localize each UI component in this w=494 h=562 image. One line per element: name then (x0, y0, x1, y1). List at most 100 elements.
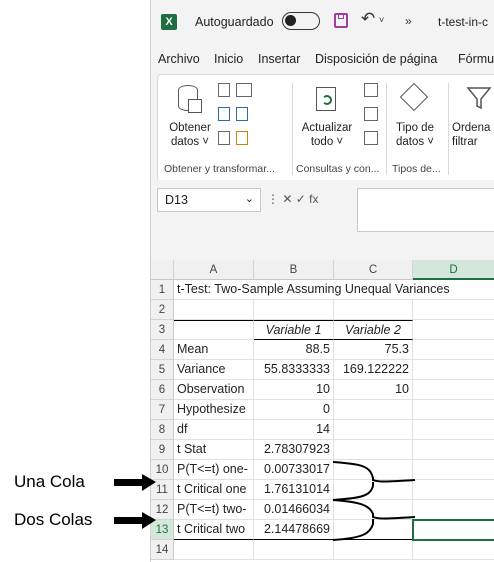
row-header[interactable]: 2 (151, 300, 174, 320)
recent-sources-icon[interactable] (236, 107, 248, 121)
row-header[interactable]: 5 (151, 360, 174, 380)
header-variable-1[interactable]: Variable 1 (254, 320, 334, 340)
cell[interactable] (413, 340, 494, 360)
column-header-d[interactable]: D (413, 260, 494, 280)
web-icon[interactable] (236, 83, 252, 97)
row-label[interactable]: t Critical one (174, 480, 254, 500)
obtener-datos-button[interactable]: Obtener datos ˅ (166, 81, 212, 157)
value-variable-1[interactable]: 1.76131014 (254, 480, 334, 500)
cell[interactable] (413, 300, 494, 320)
row-header[interactable]: 7 (151, 400, 174, 420)
value-variable-2[interactable] (334, 440, 413, 460)
row-header[interactable]: 10 (151, 460, 174, 480)
queries-icon[interactable] (364, 83, 378, 97)
cell[interactable] (413, 420, 494, 440)
properties-icon[interactable] (364, 107, 378, 121)
value-variable-1[interactable]: 10 (254, 380, 334, 400)
value-variable-2[interactable] (334, 460, 413, 480)
tab-disposicion[interactable]: Disposición de página (315, 52, 437, 66)
value-variable-2[interactable] (334, 520, 413, 540)
cell[interactable] (413, 440, 494, 460)
tab-insertar[interactable]: Insertar (258, 52, 300, 66)
cell[interactable] (334, 540, 413, 560)
cell[interactable] (413, 480, 494, 500)
cell[interactable] (174, 300, 254, 320)
row-header[interactable]: 14 (151, 540, 174, 560)
cell[interactable] (174, 540, 254, 560)
cell[interactable] (413, 400, 494, 420)
value-variable-2[interactable] (334, 420, 413, 440)
value-variable-2[interactable] (334, 400, 413, 420)
more-commands-icon[interactable]: » (405, 14, 412, 28)
value-variable-1[interactable]: 14 (254, 420, 334, 440)
edit-links-icon[interactable] (364, 131, 378, 145)
existing-connections-icon[interactable] (236, 131, 248, 145)
cell[interactable] (413, 500, 494, 520)
row-header[interactable]: 12 (151, 500, 174, 520)
cell[interactable] (413, 460, 494, 480)
formula-input[interactable] (357, 188, 494, 232)
save-icon[interactable] (334, 13, 348, 28)
tipo-de-datos-button[interactable]: Tipo de datos ˅ (390, 81, 440, 157)
row-label[interactable]: Mean (174, 340, 254, 360)
value-variable-2[interactable]: 75.3 (334, 340, 413, 360)
chevron-down-icon[interactable]: ˅ (379, 15, 384, 25)
row-label[interactable]: P(T<=t) two- (174, 500, 254, 520)
name-box[interactable]: D13 ⌄ (157, 188, 261, 212)
undo-icon[interactable]: ↶ (361, 9, 375, 29)
column-header-a[interactable]: A (174, 260, 254, 280)
row-header[interactable]: 11 (151, 480, 174, 500)
column-header-c[interactable]: C (334, 260, 413, 280)
row-header[interactable]: 6 (151, 380, 174, 400)
row-label[interactable]: Hypothesize (174, 400, 254, 420)
actualizar-todo-button[interactable]: Actualizar todo ˅ (298, 81, 356, 157)
value-variable-1[interactable]: 55.8333333 (254, 360, 334, 380)
row-label[interactable]: Observation (174, 380, 254, 400)
info-file-icon[interactable] (218, 107, 230, 121)
table-icon[interactable] (218, 131, 230, 145)
row-label[interactable]: df (174, 420, 254, 440)
row-label[interactable]: t Critical two (174, 520, 254, 540)
value-variable-2[interactable] (334, 480, 413, 500)
header-variable-2[interactable]: Variable 2 (334, 320, 413, 340)
cell[interactable] (413, 320, 494, 340)
value-variable-1[interactable]: 88.5 (254, 340, 334, 360)
select-all-corner[interactable] (151, 260, 174, 280)
value-variable-1[interactable]: 0 (254, 400, 334, 420)
row-header[interactable]: 9 (151, 440, 174, 460)
value-variable-2[interactable]: 10 (334, 380, 413, 400)
value-variable-1[interactable]: 2.14478669 (254, 520, 334, 540)
row-header[interactable]: 13 (151, 520, 174, 540)
cell[interactable] (174, 320, 254, 340)
excel-logo-icon: X (161, 14, 177, 30)
cell[interactable] (413, 540, 494, 560)
tab-inicio[interactable]: Inicio (214, 52, 243, 66)
row-header[interactable]: 4 (151, 340, 174, 360)
value-variable-2[interactable]: 169.122222 (334, 360, 413, 380)
value-variable-1[interactable]: 2.78307923 (254, 440, 334, 460)
formula-controls[interactable]: ⋮ ✕ ✓ fx (267, 192, 318, 206)
cell[interactable] (334, 300, 413, 320)
text-file-icon[interactable] (218, 83, 230, 97)
cell[interactable] (254, 300, 334, 320)
value-variable-2[interactable] (334, 500, 413, 520)
chevron-down-icon[interactable]: ⌄ (245, 192, 254, 205)
cell[interactable] (413, 360, 494, 380)
row-header[interactable]: 1 (151, 280, 174, 300)
tab-archivo[interactable]: Archivo (158, 52, 200, 66)
row-header[interactable]: 3 (151, 320, 174, 340)
cell[interactable] (254, 540, 334, 560)
active-cell-d13[interactable] (412, 519, 494, 541)
value-variable-1[interactable]: 0.01466034 (254, 500, 334, 520)
autosave-toggle[interactable] (282, 12, 320, 30)
column-header-b[interactable]: B (254, 260, 334, 280)
row-label[interactable]: P(T<=t) one- (174, 460, 254, 480)
tab-formulas[interactable]: Fórmu (458, 52, 494, 66)
row-header[interactable]: 8 (151, 420, 174, 440)
ribbon-separator (386, 83, 387, 175)
value-variable-1[interactable]: 0.00733017 (254, 460, 334, 480)
cell[interactable] (413, 380, 494, 400)
row-label[interactable]: Variance (174, 360, 254, 380)
row-label[interactable]: t Stat (174, 440, 254, 460)
ordenar-filtrar-button[interactable]: Ordena filtrar (452, 81, 494, 157)
